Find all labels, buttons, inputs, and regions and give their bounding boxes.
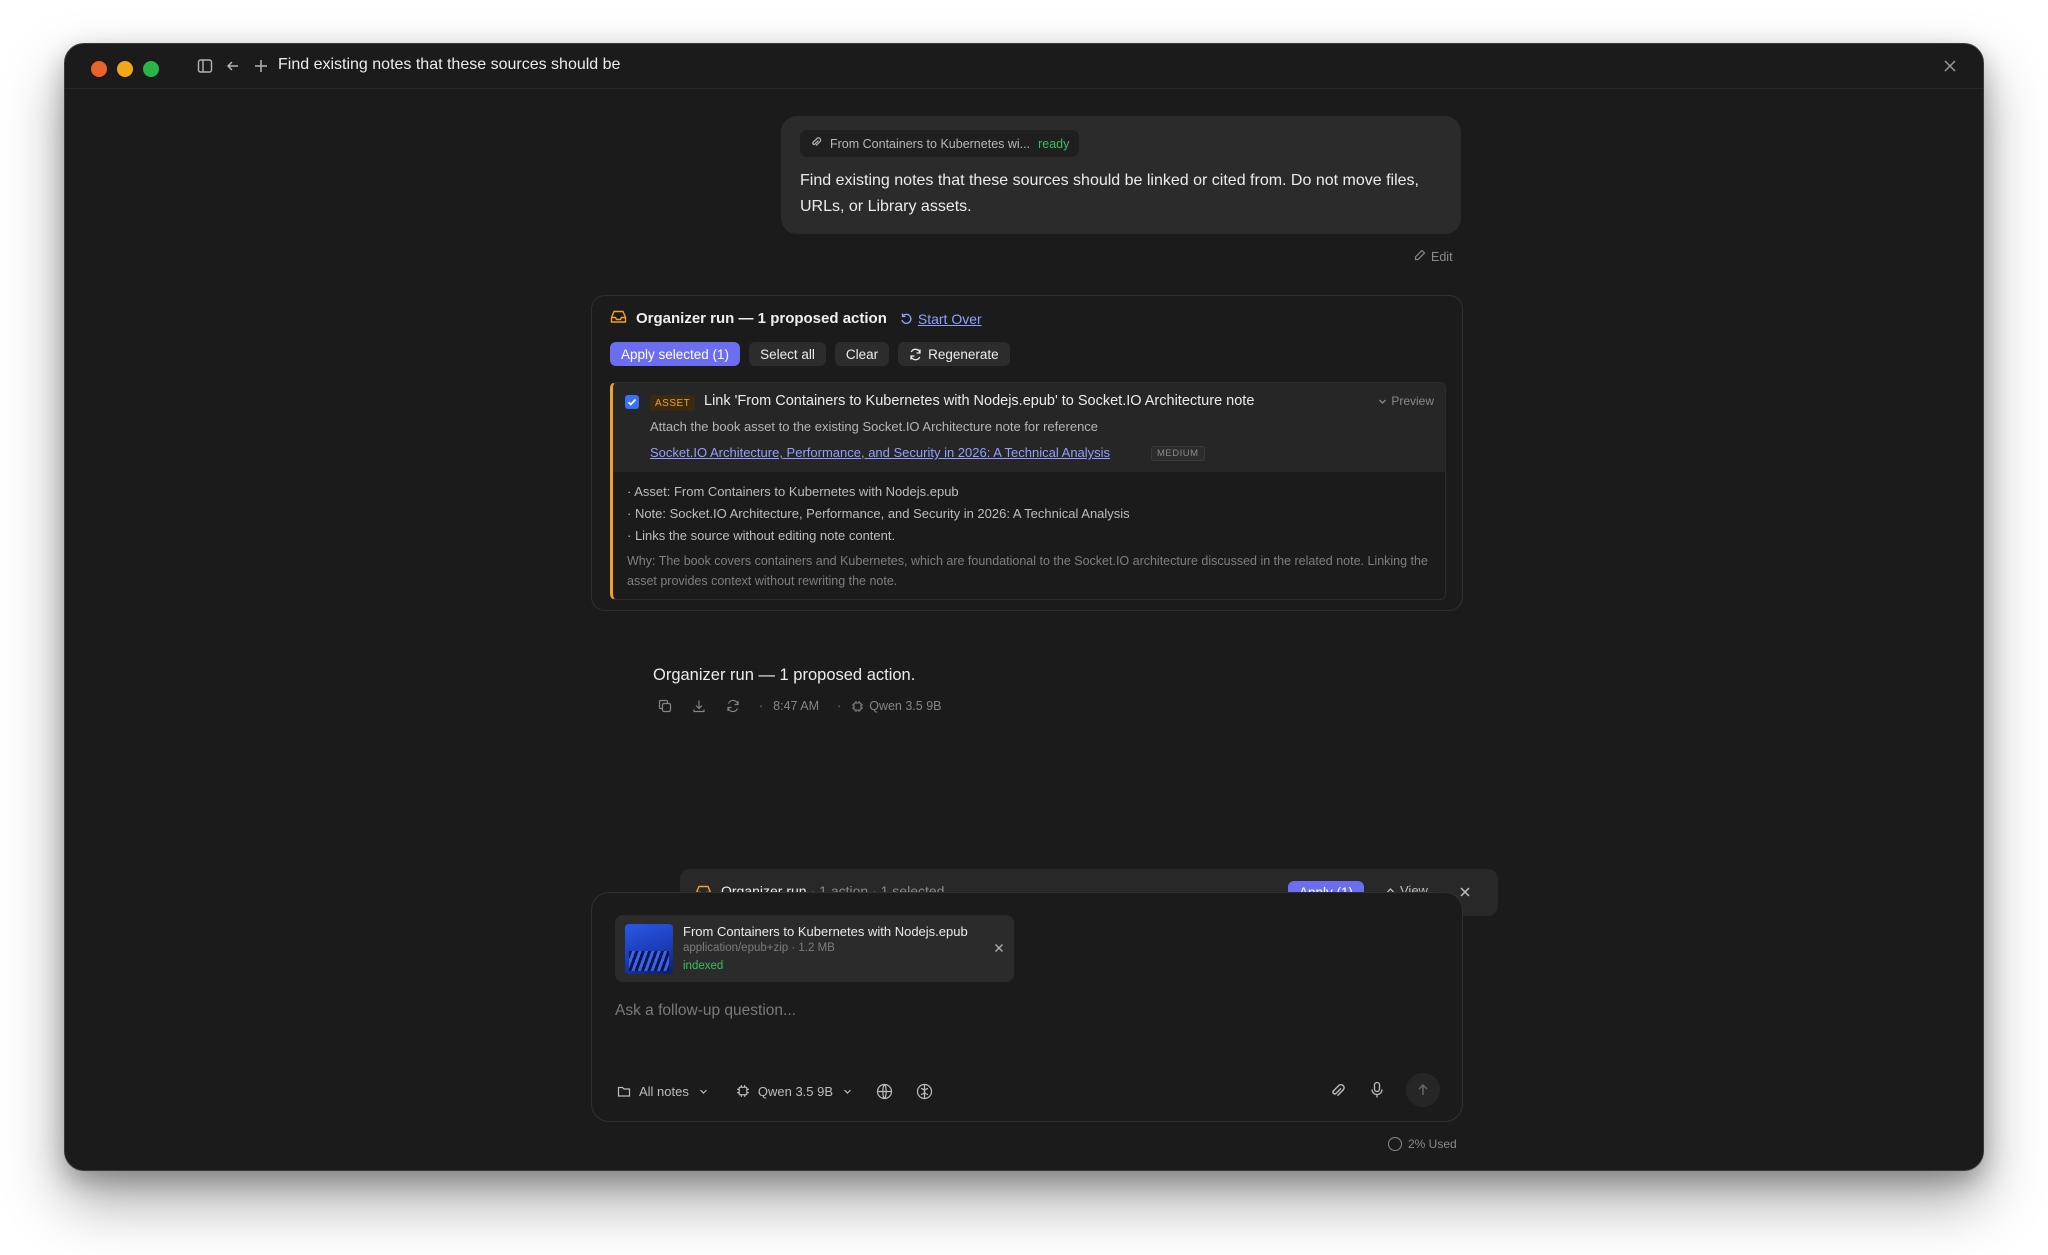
action-description: Attach the book asset to the existing So…	[650, 419, 1099, 434]
paperclip-icon[interactable]	[1326, 1079, 1348, 1101]
attached-file-name: From Containers to Kubernetes with Nodej…	[683, 924, 968, 939]
pencil-icon	[1414, 249, 1426, 264]
undo-icon	[901, 313, 912, 324]
close-icon[interactable]	[1939, 55, 1961, 77]
zoom-window-button[interactable]	[143, 61, 159, 77]
action-title: Link 'From Containers to Kubernetes with…	[704, 393, 1255, 409]
chip-icon	[734, 1082, 752, 1100]
microphone-icon[interactable]	[1366, 1079, 1388, 1101]
action-summary: ASSET Link 'From Containers to Kubernete…	[613, 383, 1445, 472]
attachment-status: ready	[1038, 136, 1070, 151]
detail-behavior: · Links the source without editing note …	[627, 528, 896, 543]
retry-icon[interactable]	[725, 698, 741, 714]
attached-file-status: indexed	[683, 960, 724, 972]
composer-actions	[1326, 1073, 1440, 1107]
model-selector[interactable]: Qwen 3.5 9B	[734, 1082, 852, 1100]
attachment-chip[interactable]: From Containers to Kubernetes wi... read…	[800, 130, 1080, 157]
minimize-window-button[interactable]	[117, 61, 133, 77]
assistant-summary: Organizer run — 1 proposed action.	[653, 666, 916, 684]
edit-message-button[interactable]: Edit	[1414, 249, 1453, 264]
confidence-badge: MEDIUM	[1151, 446, 1205, 461]
remove-attachment-icon[interactable]	[992, 941, 1006, 955]
composer-options: All notes Qwen 3.5 9B	[615, 1081, 934, 1101]
action-details: · Asset: From Containers to Kubernetes w…	[627, 481, 1130, 547]
brain-icon[interactable]	[914, 1081, 934, 1101]
usage-label: 2% Used	[1408, 1137, 1457, 1151]
message-model-name: Qwen 3.5 9B	[869, 699, 942, 713]
usage-ring-icon	[1388, 1137, 1402, 1151]
start-over-label: Start Over	[917, 310, 982, 327]
usage-indicator: 2% Used	[1388, 1137, 1457, 1151]
edit-label: Edit	[1431, 249, 1453, 264]
action-rationale: Why: The book covers containers and Kube…	[627, 554, 1428, 588]
attachment-name: From Containers to Kubernetes wi...	[830, 136, 1031, 151]
chevron-down-icon	[1379, 399, 1387, 404]
message-time: 8:47 AM	[773, 699, 820, 713]
message-meta-row: · 8:47 AM · Qwen 3.5 9B	[657, 698, 941, 714]
window-title: Find existing notes that these sources s…	[278, 56, 621, 73]
app-window: Find existing notes that these sources s…	[64, 43, 1984, 1171]
checkmark-icon	[627, 398, 637, 406]
model-label: Qwen 3.5 9B	[757, 1083, 834, 1099]
preview-label: Preview	[1391, 394, 1434, 408]
title-bar: Find existing notes that these sources s…	[65, 44, 1983, 89]
regenerate-button[interactable]: Regenerate	[898, 342, 1010, 366]
attached-file-meta: application/epub+zip · 1.2 MB	[683, 942, 835, 954]
composer: From Containers to Kubernetes with Nodej…	[591, 892, 1463, 1122]
clear-button[interactable]: Clear	[834, 342, 890, 366]
user-message: From Containers to Kubernetes wi... read…	[781, 116, 1461, 234]
globe-icon[interactable]	[874, 1081, 894, 1101]
attached-file-card[interactable]: From Containers to Kubernetes with Nodej…	[615, 915, 1014, 982]
scope-selector[interactable]: All notes	[615, 1082, 708, 1100]
folder-icon	[615, 1082, 633, 1100]
asset-badge: ASSET	[650, 395, 696, 411]
message-model: Qwen 3.5 9B	[851, 699, 941, 713]
inbox-icon	[610, 309, 627, 328]
sidebar-toggle-icon[interactable]	[194, 55, 216, 77]
back-arrow-icon[interactable]	[222, 55, 244, 77]
chip-icon	[852, 700, 864, 712]
paperclip-icon	[810, 136, 822, 151]
target-note-link[interactable]: Socket.IO Architecture, Performance, and…	[650, 445, 1110, 460]
arrow-up-icon	[1418, 1084, 1428, 1095]
follow-up-input[interactable]: Ask a follow-up question...	[615, 1002, 796, 1020]
start-over-button[interactable]: Start Over	[900, 311, 982, 327]
organizer-button-row: Apply selected (1) Select all Clear Rege…	[610, 342, 1010, 366]
regenerate-label: Regenerate	[928, 346, 999, 362]
meta-separator: ·	[837, 699, 842, 713]
close-window-button[interactable]	[91, 61, 107, 77]
book-cover-thumbnail	[625, 924, 673, 974]
download-icon[interactable]	[691, 698, 707, 714]
new-chat-icon[interactable]	[250, 55, 272, 77]
refresh-icon	[910, 348, 921, 360]
action-checkbox[interactable]	[625, 395, 639, 409]
copy-icon[interactable]	[657, 698, 673, 714]
window-controls	[91, 61, 159, 77]
chevron-down-icon	[844, 1089, 851, 1094]
scope-label: All notes	[639, 1083, 689, 1099]
meta-separator: ·	[759, 699, 764, 713]
organizer-card-header: Organizer run — 1 proposed action Start …	[610, 309, 982, 328]
send-button[interactable]	[1406, 1073, 1440, 1107]
chevron-down-icon	[699, 1089, 707, 1094]
organizer-card-title: Organizer run — 1 proposed action	[636, 310, 887, 327]
select-all-button[interactable]: Select all	[749, 342, 826, 366]
preview-toggle[interactable]: Preview	[1378, 394, 1434, 408]
detail-note: · Note: Socket.IO Architecture, Performa…	[627, 506, 1130, 521]
detail-asset: · Asset: From Containers to Kubernetes w…	[627, 484, 959, 499]
user-message-text: Find existing notes that these sources s…	[800, 172, 1419, 215]
apply-selected-button[interactable]: Apply selected (1)	[610, 342, 741, 366]
organizer-card: Organizer run — 1 proposed action Start …	[591, 295, 1463, 611]
proposed-action-item: ASSET Link 'From Containers to Kubernete…	[610, 382, 1446, 600]
